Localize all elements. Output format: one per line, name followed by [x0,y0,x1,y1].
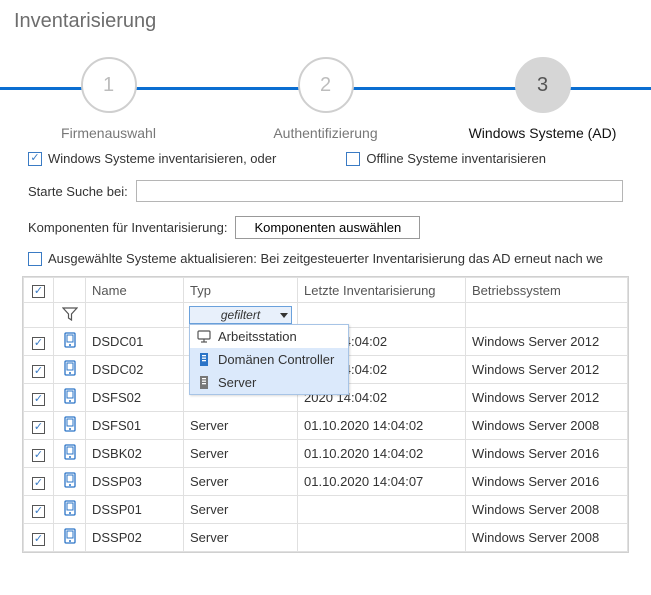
systems-table: Name Typ Letzte Inventarisierung Betrieb… [22,276,629,553]
inventory-offline-checkbox[interactable]: Offline Systeme inventarisieren [346,151,546,166]
row-checkbox[interactable] [32,393,45,406]
device-icon [63,472,77,488]
dropdown-item-label: Server [218,375,256,390]
cell-name: DSFS01 [86,412,184,440]
row-checkbox[interactable] [32,421,45,434]
stepper-step-2[interactable]: 2 Authentifizierung [226,57,426,141]
cell-type: Server [184,468,298,496]
step-label: Authentifizierung [273,125,377,141]
inventory-windows-checkbox[interactable]: Windows Systeme inventarisieren, oder [28,151,276,166]
cell-os: Windows Server 2012 [466,356,628,384]
checkbox-label: Offline Systeme inventarisieren [366,151,546,166]
server-icon [196,375,212,390]
device-icon [63,360,77,376]
row-checkbox[interactable] [32,477,45,490]
cell-last-inventory [298,524,466,552]
header-type[interactable]: Typ [184,278,298,303]
step-circle: 1 [81,57,137,113]
row-checkbox[interactable] [32,505,45,518]
dc-icon [196,352,212,367]
table-header-row: Name Typ Letzte Inventarisierung Betrieb… [24,278,628,303]
dropdown-item-label: Arbeitsstation [218,329,297,344]
start-search-label: Starte Suche bei: [28,184,128,199]
device-icon [63,528,77,544]
step-label: Firmenauswahl [61,125,156,141]
row-checkbox[interactable] [32,449,45,462]
cell-os: Windows Server 2008 [466,496,628,524]
cell-os: Windows Server 2008 [466,524,628,552]
device-icon [63,416,77,432]
workstation-icon [196,330,212,343]
device-icon [63,388,77,404]
cell-type: Server [184,412,298,440]
cell-type: Server [184,496,298,524]
device-icon [63,500,77,516]
cell-last-inventory: 01.10.2020 14:04:07 [298,468,466,496]
cell-type: Server [184,524,298,552]
device-icon [63,444,77,460]
table-row[interactable]: DSSP02 Server Windows Server 2008 [24,524,628,552]
type-filter-dropdown[interactable]: Arbeitsstation Domänen Controller Server [189,324,349,395]
select-components-button[interactable]: Komponenten auswählen [235,216,420,239]
checkbox-icon [346,152,360,166]
cell-last-inventory: 01.10.2020 14:04:02 [298,440,466,468]
step-circle: 2 [298,57,354,113]
cell-name: DSDC01 [86,328,184,356]
dropdown-item-label: Domänen Controller [218,352,334,367]
page-title: Inventarisierung [0,0,651,39]
dropdown-item-dc[interactable]: Domänen Controller [190,348,348,371]
row-checkbox[interactable] [32,533,45,546]
start-search-input[interactable] [136,180,623,202]
type-filter-value: gefiltert [221,308,260,322]
header-last-inventory[interactable]: Letzte Inventarisierung [298,278,466,303]
checkbox-label: Windows Systeme inventarisieren, oder [48,151,276,166]
cell-type: Server [184,440,298,468]
header-os[interactable]: Betriebssystem [466,278,628,303]
cell-name: DSBK02 [86,440,184,468]
stepper-step-1[interactable]: 1 Firmenauswahl [9,57,209,141]
dropdown-item-server[interactable]: Server [190,371,348,394]
filter-funnel-icon[interactable] [54,303,86,328]
table-row[interactable]: DSFS01 Server 01.10.2020 14:04:02 Window… [24,412,628,440]
checkbox-icon [28,152,42,166]
cell-os: Windows Server 2016 [466,440,628,468]
cell-os: Windows Server 2016 [466,468,628,496]
cell-last-inventory: 01.10.2020 14:04:02 [298,412,466,440]
header-checkbox[interactable] [24,278,54,303]
cell-os: Windows Server 2008 [466,412,628,440]
dropdown-item-workstation[interactable]: Arbeitsstation [190,325,348,348]
table-row[interactable]: DSBK02 Server 01.10.2020 14:04:02 Window… [24,440,628,468]
cell-os: Windows Server 2012 [466,328,628,356]
cell-last-inventory [298,496,466,524]
type-filter-combo[interactable]: gefiltert [189,306,292,324]
cell-name: DSSP03 [86,468,184,496]
header-name[interactable]: Name [86,278,184,303]
row-checkbox[interactable] [32,365,45,378]
cell-name: DSDC02 [86,356,184,384]
device-icon [63,332,77,348]
cell-os: Windows Server 2012 [466,384,628,412]
cell-name: DSSP01 [86,496,184,524]
step-label: Windows Systeme (AD) [469,125,617,141]
stepper-step-3[interactable]: 3 Windows Systeme (AD) [443,57,643,141]
update-selected-label: Ausgewählte Systeme aktualisieren: Bei z… [48,251,603,266]
table-row[interactable]: DSSP01 Server Windows Server 2008 [24,496,628,524]
row-checkbox[interactable] [32,337,45,350]
table-row[interactable]: DSSP03 Server 01.10.2020 14:04:07 Window… [24,468,628,496]
cell-name: DSSP02 [86,524,184,552]
update-selected-checkbox[interactable] [28,252,42,266]
components-label: Komponenten für Inventarisierung: [28,220,227,235]
cell-name: DSFS02 [86,384,184,412]
step-circle: 3 [515,57,571,113]
wizard-stepper: 1 Firmenauswahl2 Authentifizierung3 Wind… [0,57,651,137]
